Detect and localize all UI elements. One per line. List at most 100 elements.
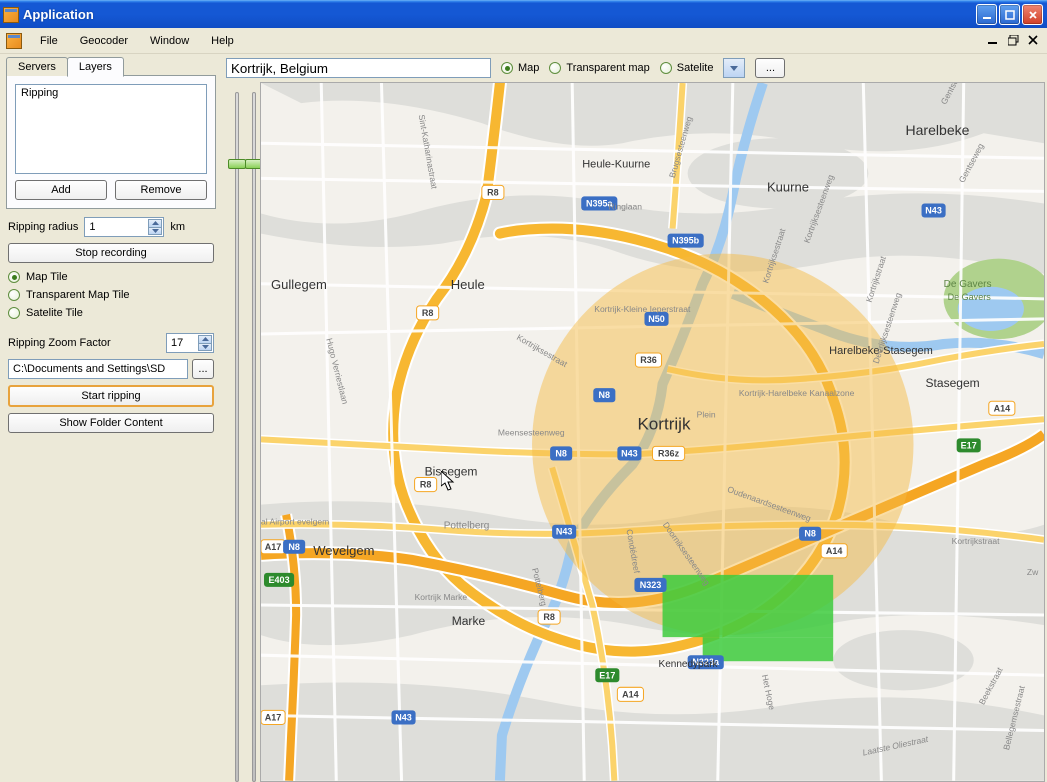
mdi-app-icon <box>6 33 22 49</box>
toolbar-more-button[interactable]: ... <box>755 58 785 78</box>
ripping-radius-spinner[interactable] <box>84 217 164 237</box>
svg-text:N8: N8 <box>555 448 567 458</box>
radio-map-tile[interactable]: Map Tile <box>8 271 214 283</box>
svg-text:Zw: Zw <box>1027 567 1039 577</box>
svg-text:A14: A14 <box>994 403 1011 413</box>
radio-icon <box>660 62 672 74</box>
add-button[interactable]: Add <box>15 180 107 200</box>
radius-spin-down[interactable] <box>148 227 162 236</box>
svg-text:Kortrijk: Kortrijk <box>637 414 691 433</box>
zoom-spin-up[interactable] <box>198 335 212 343</box>
svg-text:E17: E17 <box>599 670 615 680</box>
svg-text:Heule-Kuurne: Heule-Kuurne <box>582 158 650 170</box>
menu-help[interactable]: Help <box>201 31 244 51</box>
tile-type-group: Map Tile Transparent Map Tile Satelite T… <box>8 269 214 323</box>
mdi-controls <box>985 32 1041 48</box>
menu-window[interactable]: Window <box>140 31 199 51</box>
zoom-factor-label: Ripping Zoom Factor <box>8 337 111 349</box>
zoom-slider-left[interactable] <box>235 92 239 782</box>
mdi-restore[interactable] <box>1005 32 1021 48</box>
svg-text:A14: A14 <box>622 689 639 699</box>
layer-item[interactable]: Ripping <box>19 86 203 100</box>
menu-geocoder[interactable]: Geocoder <box>70 31 138 51</box>
tab-servers[interactable]: Servers <box>6 57 68 76</box>
svg-text:E17: E17 <box>961 440 977 450</box>
ripping-radius-unit: km <box>170 221 185 233</box>
svg-text:Kortrijk-Harelbeke Kanaalzone: Kortrijk-Harelbeke Kanaalzone <box>739 388 855 398</box>
svg-text:Harelbeke: Harelbeke <box>905 122 969 138</box>
radio-satelite-tile[interactable]: Satelite Tile <box>8 307 214 319</box>
svg-text:Gullegem: Gullegem <box>271 277 327 292</box>
menu-file[interactable]: File <box>30 31 68 51</box>
window-title: Application <box>23 7 94 22</box>
zoom-factor-spinner[interactable] <box>166 333 214 353</box>
show-folder-content-button[interactable]: Show Folder Content <box>8 413 214 433</box>
radio-icon <box>8 289 20 301</box>
svg-text:al Airport evelgem: al Airport evelgem <box>261 517 329 527</box>
svg-text:Meensesteenweg: Meensesteenweg <box>498 427 565 437</box>
svg-text:Plein: Plein <box>697 409 716 419</box>
svg-text:N395b: N395b <box>672 236 700 246</box>
svg-text:A17: A17 <box>265 542 282 552</box>
layer-list[interactable]: Ripping <box>15 84 207 174</box>
zoom-sliders <box>224 82 260 782</box>
radio-maptype-transparent[interactable]: Transparent map <box>549 62 649 74</box>
svg-text:Kuurne: Kuurne <box>767 179 809 194</box>
output-path-field[interactable]: C:\Documents and Settings\SD <box>8 359 188 379</box>
radio-maptype-satelite[interactable]: Satelite <box>660 62 714 74</box>
svg-text:Ringlaan: Ringlaan <box>608 201 642 211</box>
radio-maptype-map[interactable]: Map <box>501 62 539 74</box>
close-button[interactable] <box>1022 4 1043 25</box>
badge: R8 <box>482 185 504 199</box>
svg-text:Pottelberg: Pottelberg <box>444 521 490 532</box>
radio-icon <box>8 307 20 319</box>
svg-text:Kennedypark: Kennedypark <box>659 659 719 670</box>
svg-text:N50: N50 <box>648 314 665 324</box>
svg-text:Heule: Heule <box>451 277 485 292</box>
svg-text:R8: R8 <box>543 612 555 622</box>
svg-text:Kortrijk-Kleine Ieperstraat: Kortrijk-Kleine Ieperstraat <box>594 304 691 314</box>
mdi-close[interactable] <box>1025 32 1041 48</box>
mdi-minimize[interactable] <box>985 32 1001 48</box>
browse-path-button[interactable]: ... <box>192 359 214 379</box>
svg-text:Kortrijk Marke: Kortrijk Marke <box>415 592 468 602</box>
app-icon <box>3 7 19 23</box>
titlebar: Application <box>0 0 1047 28</box>
svg-text:N8: N8 <box>804 529 816 539</box>
svg-text:Stasegem: Stasegem <box>926 376 980 390</box>
svg-text:Kortrijkstraat: Kortrijkstraat <box>952 536 1000 546</box>
zoom-spin-down[interactable] <box>198 343 212 352</box>
map-canvas[interactable]: R8 N395a N395b R8 N50 R36 N8 R8 N8 N43 R… <box>260 82 1045 782</box>
maximize-button[interactable] <box>999 4 1020 25</box>
stop-recording-button[interactable]: Stop recording <box>8 243 214 263</box>
svg-text:N8: N8 <box>288 542 300 552</box>
minimize-button[interactable] <box>976 4 997 25</box>
svg-text:R36: R36 <box>640 355 657 365</box>
maptype-combo[interactable] <box>723 58 745 78</box>
svg-text:E403: E403 <box>269 575 290 585</box>
svg-text:De Gavers: De Gavers <box>948 292 992 302</box>
svg-text:N43: N43 <box>925 205 942 215</box>
radius-spin-up[interactable] <box>148 219 162 227</box>
zoom-slider-right[interactable] <box>252 92 256 782</box>
remove-button[interactable]: Remove <box>115 180 207 200</box>
ripping-panel: Ripping radius km Stop recording Map Til… <box>6 209 216 447</box>
menubar: File Geocoder Window Help <box>0 28 1047 54</box>
radio-transparent-map-tile[interactable]: Transparent Map Tile <box>8 289 214 301</box>
svg-text:R8: R8 <box>487 187 499 197</box>
svg-text:N43: N43 <box>395 712 412 722</box>
svg-text:R8: R8 <box>422 308 434 318</box>
radio-icon <box>549 62 561 74</box>
zoom-slider-left-thumb[interactable] <box>228 159 246 169</box>
svg-text:Wevelgem: Wevelgem <box>313 543 374 558</box>
sidebar: Servers Layers Ripping Add Remove Rippin… <box>0 54 222 779</box>
map-toolbar: Map Transparent map Satelite ... <box>224 56 1045 82</box>
location-search-input[interactable] <box>226 58 491 78</box>
window-controls <box>976 4 1043 25</box>
radio-icon <box>501 62 513 74</box>
svg-text:A14: A14 <box>826 546 843 556</box>
svg-text:De Gavers: De Gavers <box>944 279 992 290</box>
start-ripping-button[interactable]: Start ripping <box>8 385 214 407</box>
map-svg: R8 N395a N395b R8 N50 R36 N8 R8 N8 N43 R… <box>261 83 1044 781</box>
tab-layers[interactable]: Layers <box>67 57 124 77</box>
